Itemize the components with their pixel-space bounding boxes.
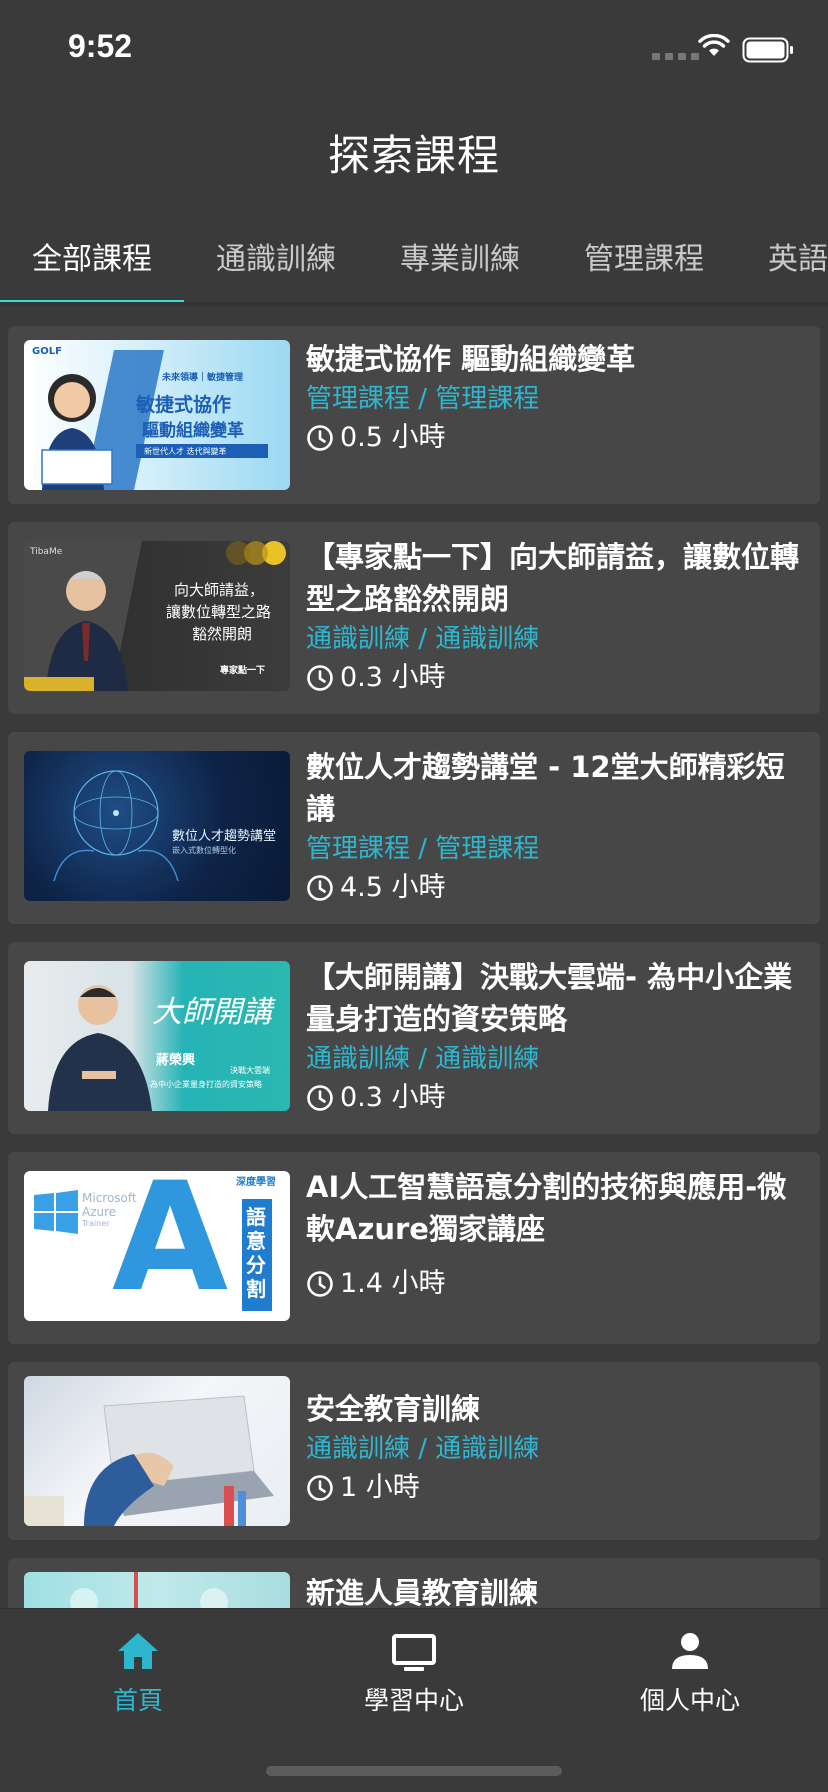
course-thumbnail: TibaMe 向大師請益， 讓數位轉型之路 豁然開朗 專家點一下 (24, 541, 290, 691)
course-thumbnail: 數位人才趨勢講堂 嵌入式數位轉型化 (24, 751, 290, 901)
course-card[interactable]: 數位人才趨勢講堂 嵌入式數位轉型化 數位人才趨勢講堂 - 12堂大師精彩短講 管… (8, 732, 820, 924)
course-info: 新進人員教育訓練 (306, 1572, 810, 1608)
course-duration: 0.3 小時 (306, 1078, 810, 1118)
thumb-line2: 讓數位轉型之路 (166, 603, 272, 621)
nav-profile-label: 個人中心 (639, 1686, 740, 1715)
course-title: 數位人才趨勢講堂 - 12堂大師精彩短講 (306, 750, 785, 826)
battery-icon (742, 37, 793, 63)
course-category: 管理課程 / 管理課程 (306, 834, 540, 864)
tab-professional-training[interactable]: 專業訓練 (400, 234, 520, 278)
thumb-brand: 大師開講 (152, 995, 272, 1030)
thumb-vertical: 語意分割 (246, 1205, 266, 1301)
course-card[interactable]: 新進人員教育訓練 (8, 1558, 820, 1608)
page-title: 探索課程 (327, 131, 500, 180)
course-category: 通識訓練 / 通識訓練 (306, 1434, 540, 1464)
course-category: 通識訓練 / 通識訓練 (306, 1044, 540, 1074)
clock-icon (307, 425, 333, 451)
wifi-icon (698, 34, 730, 56)
course-info: 數位人才趨勢講堂 - 12堂大師精彩短講 管理課程 / 管理課程 4.5 小時 (306, 746, 810, 908)
course-title: 安全教育訓練 (306, 1392, 481, 1426)
thumb-line2: 為中小企業量身打造的資安策略 (150, 1080, 262, 1089)
nav-home[interactable]: 首頁 (38, 1627, 238, 1717)
thumb-badge: 專家點一下 (220, 666, 266, 676)
home-indicator (266, 1766, 562, 1776)
thumb-line2: 嵌入式數位轉型化 (172, 846, 236, 855)
course-card[interactable]: Microsoft Azure Trainer A 深度學習 語意分割 AI人工… (8, 1152, 820, 1344)
course-info: 安全教育訓練 通識訓練 / 通識訓練 1 小時 (306, 1388, 810, 1508)
course-duration: 1 小時 (306, 1468, 810, 1508)
course-title: 敏捷式協作 驅動組織變革 (306, 342, 636, 376)
home-icon (118, 1633, 158, 1669)
thumb-banner: 新世代人才 迭代與變革 (144, 447, 227, 456)
course-title: AI人工智慧語意分割的技術與應用-微軟Azure獨家講座 (306, 1170, 787, 1246)
thumb-line2: 驅動組織變革 (142, 421, 244, 441)
person-icon (672, 1633, 708, 1669)
cellular-signal-icon (652, 53, 699, 60)
clock-icon (307, 1475, 333, 1501)
course-thumbnail: GOLF 未來領導｜敏捷管理 敏捷式協作 驅動組織變革 新世代人才 迭代與變革 (24, 340, 290, 490)
course-duration: 1.4 小時 (306, 1264, 810, 1304)
course-category: 通識訓練 / 通識訓練 (306, 624, 540, 654)
duration-text: 0.3 小時 (340, 1082, 446, 1113)
thumb-brand: GOLF (32, 346, 62, 357)
course-thumbnail (24, 1572, 290, 1608)
status-bar: 9:52 (0, 0, 828, 100)
duration-text: 1.4 小時 (340, 1268, 446, 1299)
course-card[interactable]: 安全教育訓練 通識訓練 / 通識訓練 1 小時 (8, 1362, 820, 1540)
course-info: 敏捷式協作 驅動組織變革 管理課程 / 管理課程 0.5 小時 (306, 338, 810, 458)
category-tabs: 全部課程 通識訓練 專業訓練 管理課程 英語 (0, 220, 828, 304)
course-card[interactable]: GOLF 未來領導｜敏捷管理 敏捷式協作 驅動組織變革 新世代人才 迭代與變革 … (8, 326, 820, 504)
bottom-navigation: 首頁 學習中心 個人中心 (0, 1608, 828, 1792)
duration-text: 1 小時 (340, 1472, 420, 1503)
duration-text: 4.5 小時 (340, 872, 446, 903)
thumb-tag: 深度學習 (236, 1177, 276, 1188)
thumb-name: 蔣榮興 (156, 1053, 196, 1068)
thumb-tag: 未來領導｜敏捷管理 (162, 373, 244, 383)
course-card[interactable]: TibaMe 向大師請益， 讓數位轉型之路 豁然開朗 專家點一下 【專家點一下】… (8, 522, 820, 714)
course-info: 【專家點一下】向大師請益，讓數位轉型之路豁然開朗 通識訓練 / 通識訓練 0.3… (306, 536, 810, 698)
thumb-line1: 數位人才趨勢講堂 (172, 829, 277, 844)
course-info: 【大師開講】決戰大雲端- 為中小企業量身打造的資安策略 通識訓練 / 通識訓練 … (306, 956, 810, 1118)
clock-icon (307, 875, 333, 901)
clock-icon (307, 1085, 333, 1111)
course-info: AI人工智慧語意分割的技術與應用-微軟Azure獨家講座 1.4 小時 (306, 1166, 810, 1304)
duration-text: 0.3 小時 (340, 662, 446, 693)
tab-all-courses[interactable]: 全部課程 (32, 234, 152, 278)
status-time: 9:52 (68, 28, 133, 64)
thumb-big-letter: A (112, 1171, 229, 1321)
course-card[interactable]: 大師開講 蔣榮興 決戰大雲端 為中小企業量身打造的資安策略 【大師開講】決戰大雲… (8, 942, 820, 1134)
thumb-line3: 豁然開朗 (192, 625, 253, 643)
course-duration: 0.3 小時 (306, 658, 810, 698)
nav-learning-center[interactable]: 學習中心 (314, 1627, 514, 1717)
nav-home-label: 首頁 (112, 1686, 163, 1715)
course-duration: 4.5 小時 (306, 868, 810, 908)
nav-profile[interactable]: 個人中心 (590, 1627, 790, 1717)
thumb-line1: 向大師請益， (174, 581, 265, 599)
course-title: 【專家點一下】向大師請益，讓數位轉型之路豁然開朗 (306, 540, 800, 616)
tab-management-courses[interactable]: 管理課程 (584, 234, 704, 278)
monitor-icon (392, 1634, 436, 1671)
thumb-line1: 敏捷式協作 (136, 394, 232, 416)
duration-text: 0.5 小時 (340, 422, 446, 453)
thumb-line1: 決戰大雲端 (230, 1066, 270, 1075)
clock-icon (307, 665, 333, 691)
thumb-trainer: Trainer (82, 1219, 110, 1228)
tab-general-training[interactable]: 通識訓練 (216, 234, 336, 278)
course-duration: 0.5 小時 (306, 418, 810, 458)
course-title: 【大師開講】決戰大雲端- 為中小企業量身打造的資安策略 (306, 960, 793, 1036)
clock-icon (307, 1271, 333, 1297)
course-thumbnail: Microsoft Azure Trainer A 深度學習 語意分割 (24, 1171, 290, 1321)
tab-english[interactable]: 英語 (768, 234, 828, 278)
course-thumbnail (24, 1376, 290, 1526)
thumb-brand: TibaMe (30, 547, 63, 557)
course-thumbnail: 大師開講 蔣榮興 決戰大雲端 為中小企業量身打造的資安策略 (24, 961, 290, 1111)
course-title: 新進人員教育訓練 (306, 1576, 539, 1608)
course-list[interactable]: GOLF 未來領導｜敏捷管理 敏捷式協作 驅動組織變革 新世代人才 迭代與變革 … (0, 326, 828, 1608)
course-category: 管理課程 / 管理課程 (306, 384, 540, 414)
nav-learning-center-label: 學習中心 (363, 1686, 464, 1715)
